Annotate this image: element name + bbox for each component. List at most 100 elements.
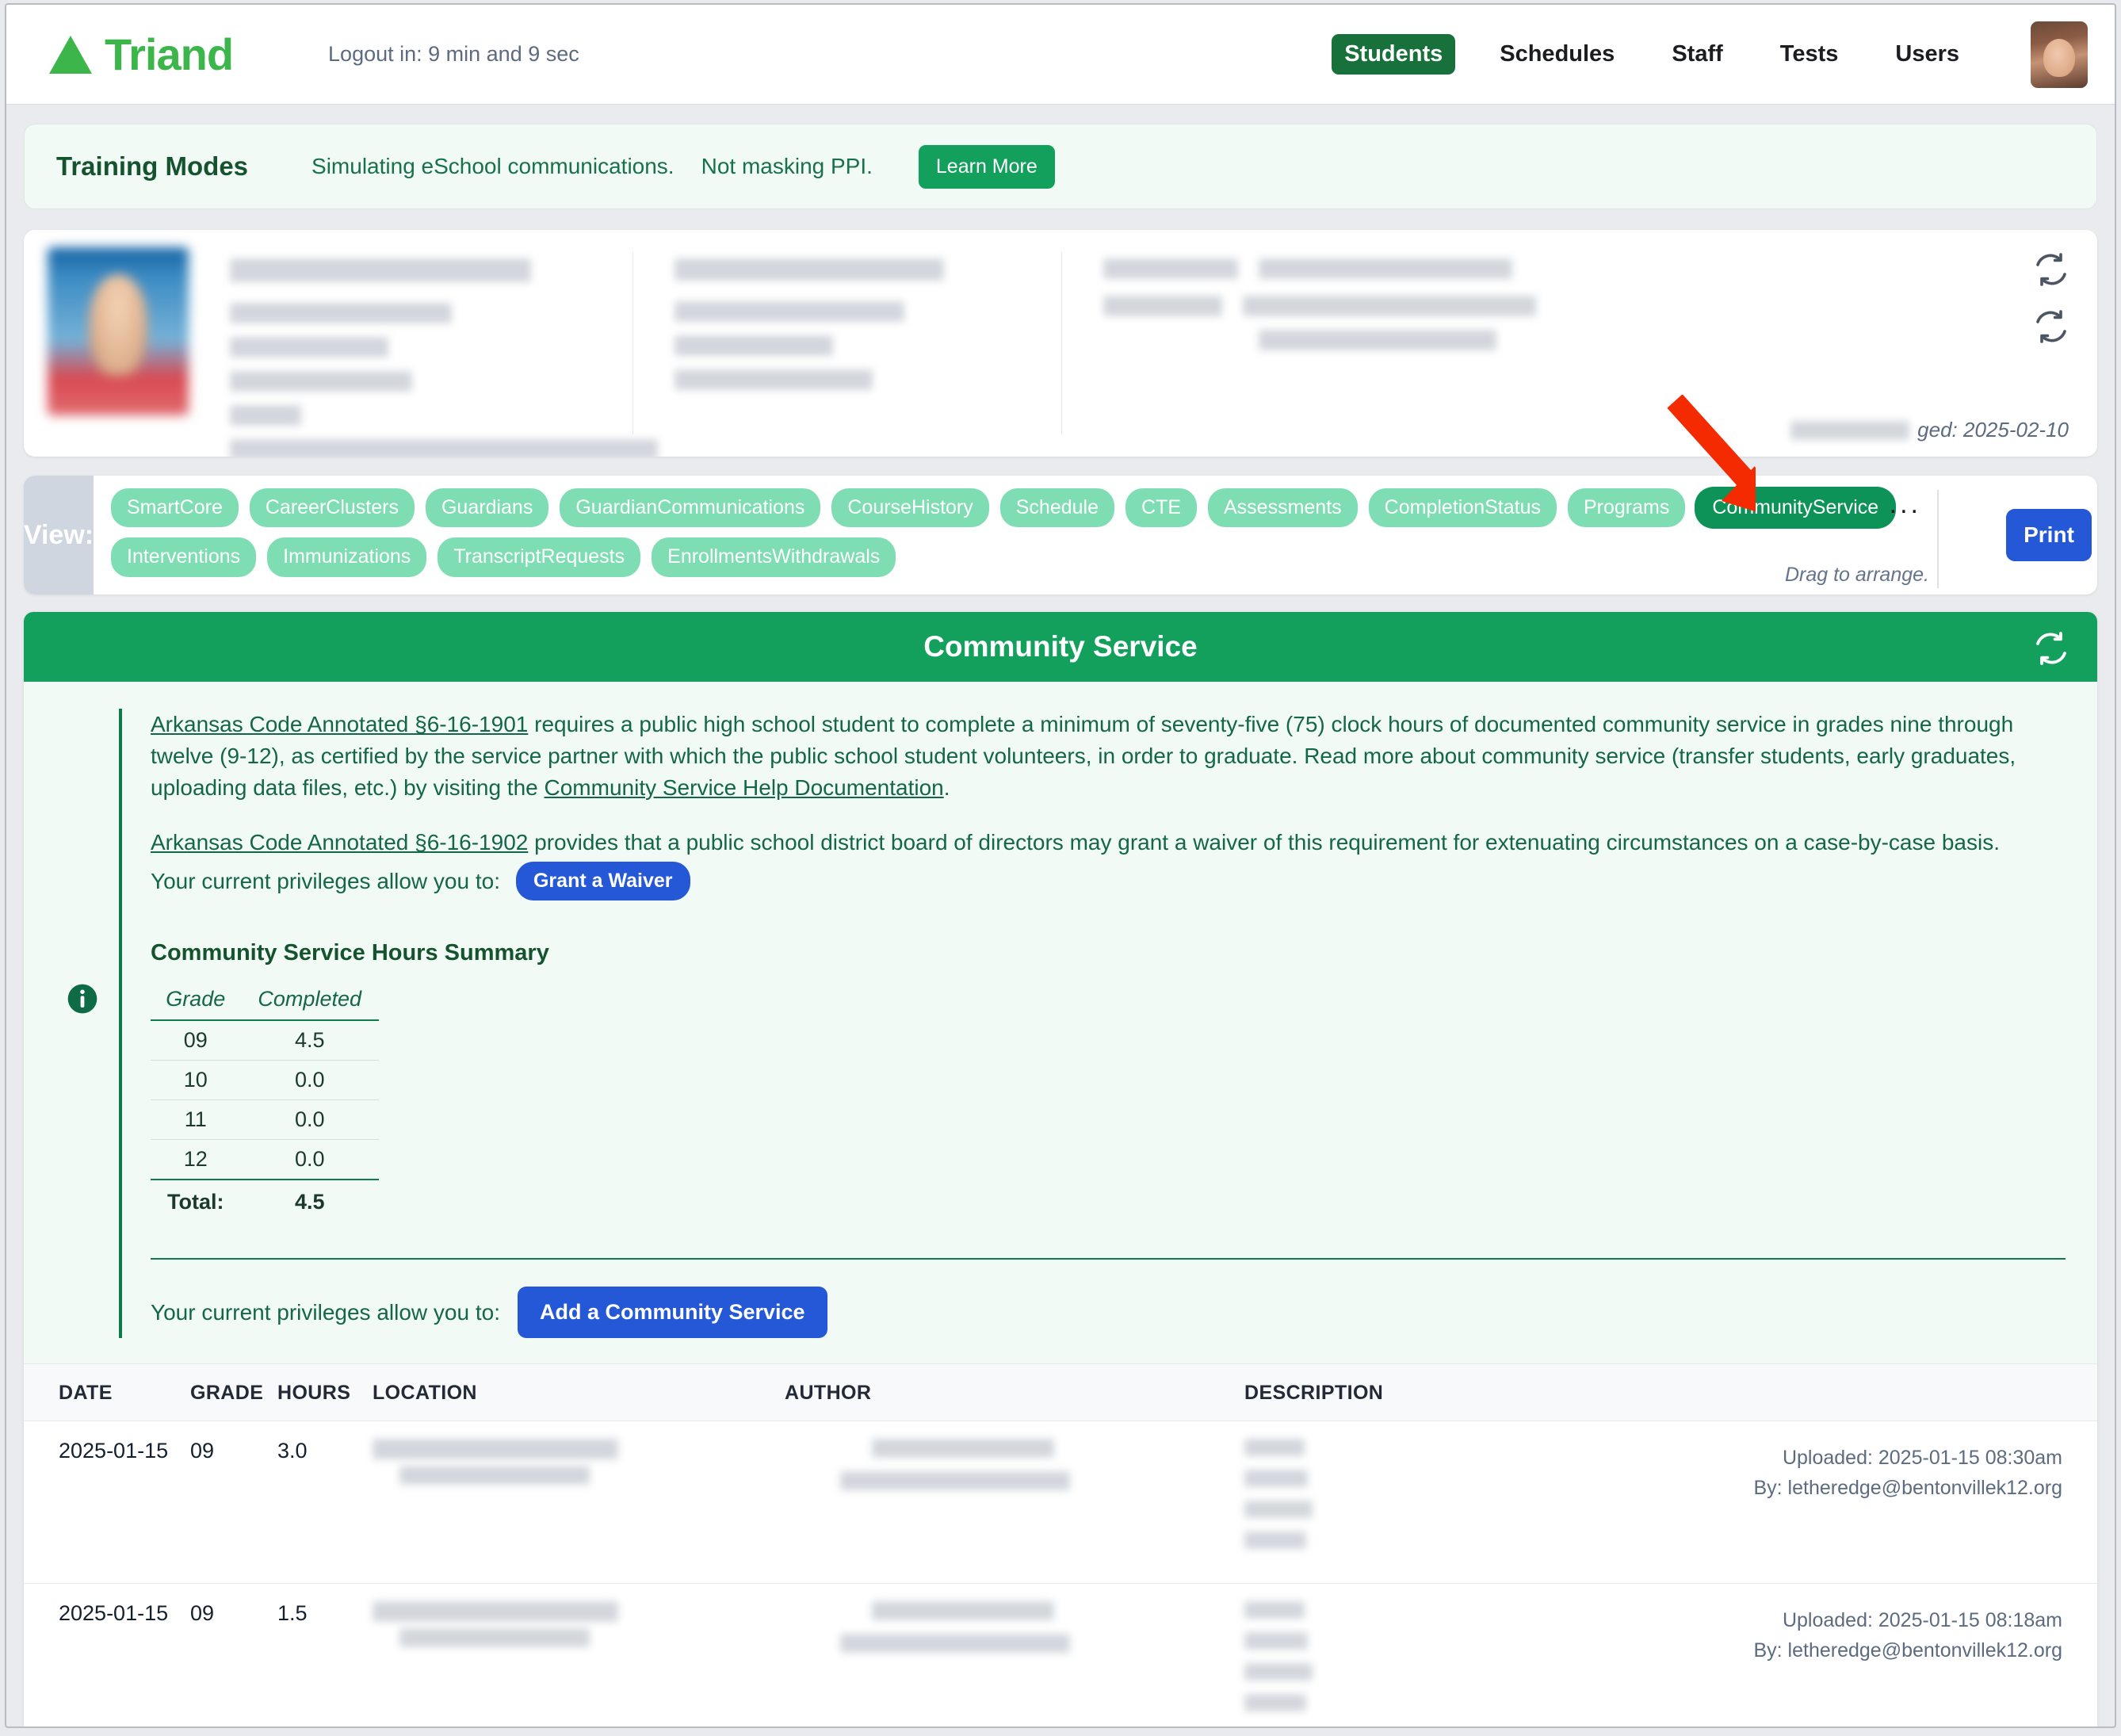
nav-item-tests[interactable]: Tests	[1768, 34, 1852, 75]
refresh-icon[interactable]	[2032, 308, 2070, 346]
redacted-text	[872, 1601, 1054, 1620]
summary-grade: 09	[151, 1020, 241, 1061]
cell-grade: 09	[190, 1601, 215, 1625]
view-tag-guardians[interactable]: Guardians	[425, 488, 549, 528]
student-details-column-1	[189, 247, 658, 457]
view-tag-schedule[interactable]: Schedule	[999, 488, 1114, 528]
summary-row: 09 4.5	[151, 1020, 379, 1061]
privilege-text: Your current privileges allow you to:	[151, 868, 500, 893]
info-icon	[67, 984, 97, 1014]
annotation-arrow	[1667, 395, 1756, 512]
table-row[interactable]: 2025-01-15 09 1.5 Uploaded: 2025-01-15 0…	[24, 1584, 2097, 1726]
redacted-text	[1243, 296, 1536, 316]
section-divider	[151, 1258, 2066, 1260]
ged-date-label: ged: 2025-02-10	[1917, 418, 2069, 442]
redacted-text	[840, 1634, 1070, 1653]
learn-more-button[interactable]: Learn More	[918, 144, 1055, 189]
table-row[interactable]: 2025-01-15 09 3.0 Uploaded: 2025-01-15 0…	[24, 1421, 2097, 1584]
summary-total-label: Total:	[151, 1179, 241, 1222]
nav-item-students[interactable]: Students	[1332, 34, 1456, 75]
view-tag-guardiancommunications[interactable]: GuardianCommunications	[560, 488, 821, 528]
view-tag-assessments[interactable]: Assessments	[1208, 488, 1358, 528]
training-modes-message: Simulating eSchool communications.	[311, 154, 675, 178]
upload-metadata: Uploaded: 2025-01-15 08:18am By: lethere…	[1753, 1606, 2062, 1665]
uploaded-by: By: letheredge@bentonvillek12.org	[1753, 1638, 2062, 1661]
column-header-hours: HOURS	[277, 1382, 351, 1404]
view-tag-cte[interactable]: CTE	[1125, 488, 1197, 528]
student-info-card: ged: 2025-02-10	[24, 230, 2097, 457]
view-tag-careerclusters[interactable]: CareerClusters	[249, 488, 415, 528]
nav-item-staff[interactable]: Staff	[1659, 34, 1735, 75]
training-modes-banner: Training Modes Simulating eSchool commun…	[24, 124, 2097, 209]
browser-frame: Triand Logout in: 9 min and 9 sec Studen…	[5, 3, 2116, 1728]
nav-item-users[interactable]: Users	[1882, 34, 1972, 75]
redacted-text	[230, 303, 452, 323]
summary-total-row: Total: 4.5	[151, 1179, 379, 1222]
logout-timer: Logout in: 9 min and 9 sec	[328, 42, 579, 66]
summary-completed: 0.0	[240, 1139, 379, 1180]
community-service-panel: Community Service Arkansas Code Annotate…	[24, 612, 2097, 1726]
cell-author	[785, 1439, 1244, 1562]
help-documentation-link[interactable]: Community Service Help Documentation	[545, 775, 944, 800]
redacted-text	[1244, 1663, 1313, 1681]
add-privilege-text: Your current privileges allow you to:	[151, 1299, 500, 1325]
redacted-text	[230, 258, 531, 282]
refresh-icon[interactable]	[2032, 250, 2070, 289]
triangle-logo-icon	[49, 35, 92, 74]
view-tag-transcriptrequests[interactable]: TranscriptRequests	[438, 537, 641, 577]
column-header-location: LOCATION	[373, 1382, 477, 1404]
toolbar-divider	[1937, 490, 1939, 588]
redacted-text	[675, 301, 904, 322]
statute-text-2: provides that a public school district b…	[528, 830, 2000, 855]
view-tag-bar: View: SmartCore CareerClusters Guardians…	[24, 476, 2097, 595]
print-button[interactable]: Print	[2006, 509, 2092, 561]
view-tag-completionstatus[interactable]: CompletionStatus	[1368, 488, 1557, 528]
statute-link-1901[interactable]: Arkansas Code Annotated §6-16-1901	[151, 712, 528, 736]
upload-metadata: Uploaded: 2025-01-15 08:30am By: lethere…	[1753, 1443, 2062, 1503]
summary-row: 11 0.0	[151, 1099, 379, 1140]
cell-date: 2025-01-15	[59, 1439, 169, 1463]
redacted-text	[1244, 1632, 1308, 1650]
view-tag-immunizations[interactable]: Immunizations	[267, 537, 427, 577]
summary-total-value: 4.5	[240, 1179, 379, 1222]
redacted-text	[1244, 1601, 1305, 1619]
redacted-text	[1790, 420, 1910, 440]
summary-completed: 0.0	[240, 1060, 379, 1100]
summary-row: 10 0.0	[151, 1060, 379, 1100]
statute-paragraph-1: Arkansas Code Annotated §6-16-1901 requi…	[151, 709, 2066, 803]
view-tag-enrollmentswithdrawals[interactable]: EnrollmentsWithdrawals	[652, 537, 896, 577]
info-icon-container	[65, 981, 100, 1020]
view-tag-smartcore[interactable]: SmartCore	[111, 488, 239, 528]
summary-grade: 11	[151, 1099, 241, 1140]
redacted-text	[1244, 1470, 1308, 1487]
brand-logo[interactable]: Triand	[48, 29, 234, 79]
summary-grade: 12	[151, 1139, 241, 1180]
user-avatar[interactable]	[2031, 21, 2088, 88]
redacted-text	[1244, 1694, 1306, 1711]
view-label: View:	[24, 476, 94, 595]
cell-date: 2025-01-15	[59, 1601, 169, 1625]
redacted-text	[1244, 1531, 1306, 1549]
redacted-text	[399, 1466, 590, 1485]
grant-waiver-button[interactable]: Grant a Waiver	[515, 862, 690, 901]
uploaded-timestamp: Uploaded: 2025-01-15 08:30am	[1782, 1447, 2062, 1469]
refresh-icon[interactable]	[2032, 629, 2070, 667]
student-photo	[48, 247, 189, 415]
community-service-body: Arkansas Code Annotated §6-16-1901 requi…	[24, 682, 2097, 1363]
view-tag-interventions[interactable]: Interventions	[111, 537, 257, 577]
brand-name: Triand	[105, 29, 234, 79]
cell-location	[373, 1601, 785, 1725]
column-header-grade: GRADE	[190, 1382, 264, 1404]
summary-col-grade: Grade	[151, 984, 241, 1021]
add-service-row: Your current privileges allow you to: Ad…	[151, 1287, 2066, 1338]
add-community-service-button[interactable]: Add a Community Service	[517, 1287, 827, 1338]
view-tag-coursehistory[interactable]: CourseHistory	[831, 488, 989, 528]
cell-location	[373, 1439, 785, 1562]
summary-completed: 4.5	[240, 1020, 379, 1061]
nav-item-schedules[interactable]: Schedules	[1487, 34, 1627, 75]
redacted-text	[373, 1601, 618, 1622]
redacted-text	[675, 335, 833, 356]
statute-link-1902[interactable]: Arkansas Code Annotated §6-16-1902	[151, 830, 528, 855]
overflow-menu-icon[interactable]: ...	[1890, 491, 1921, 518]
redacted-text	[399, 1628, 590, 1647]
